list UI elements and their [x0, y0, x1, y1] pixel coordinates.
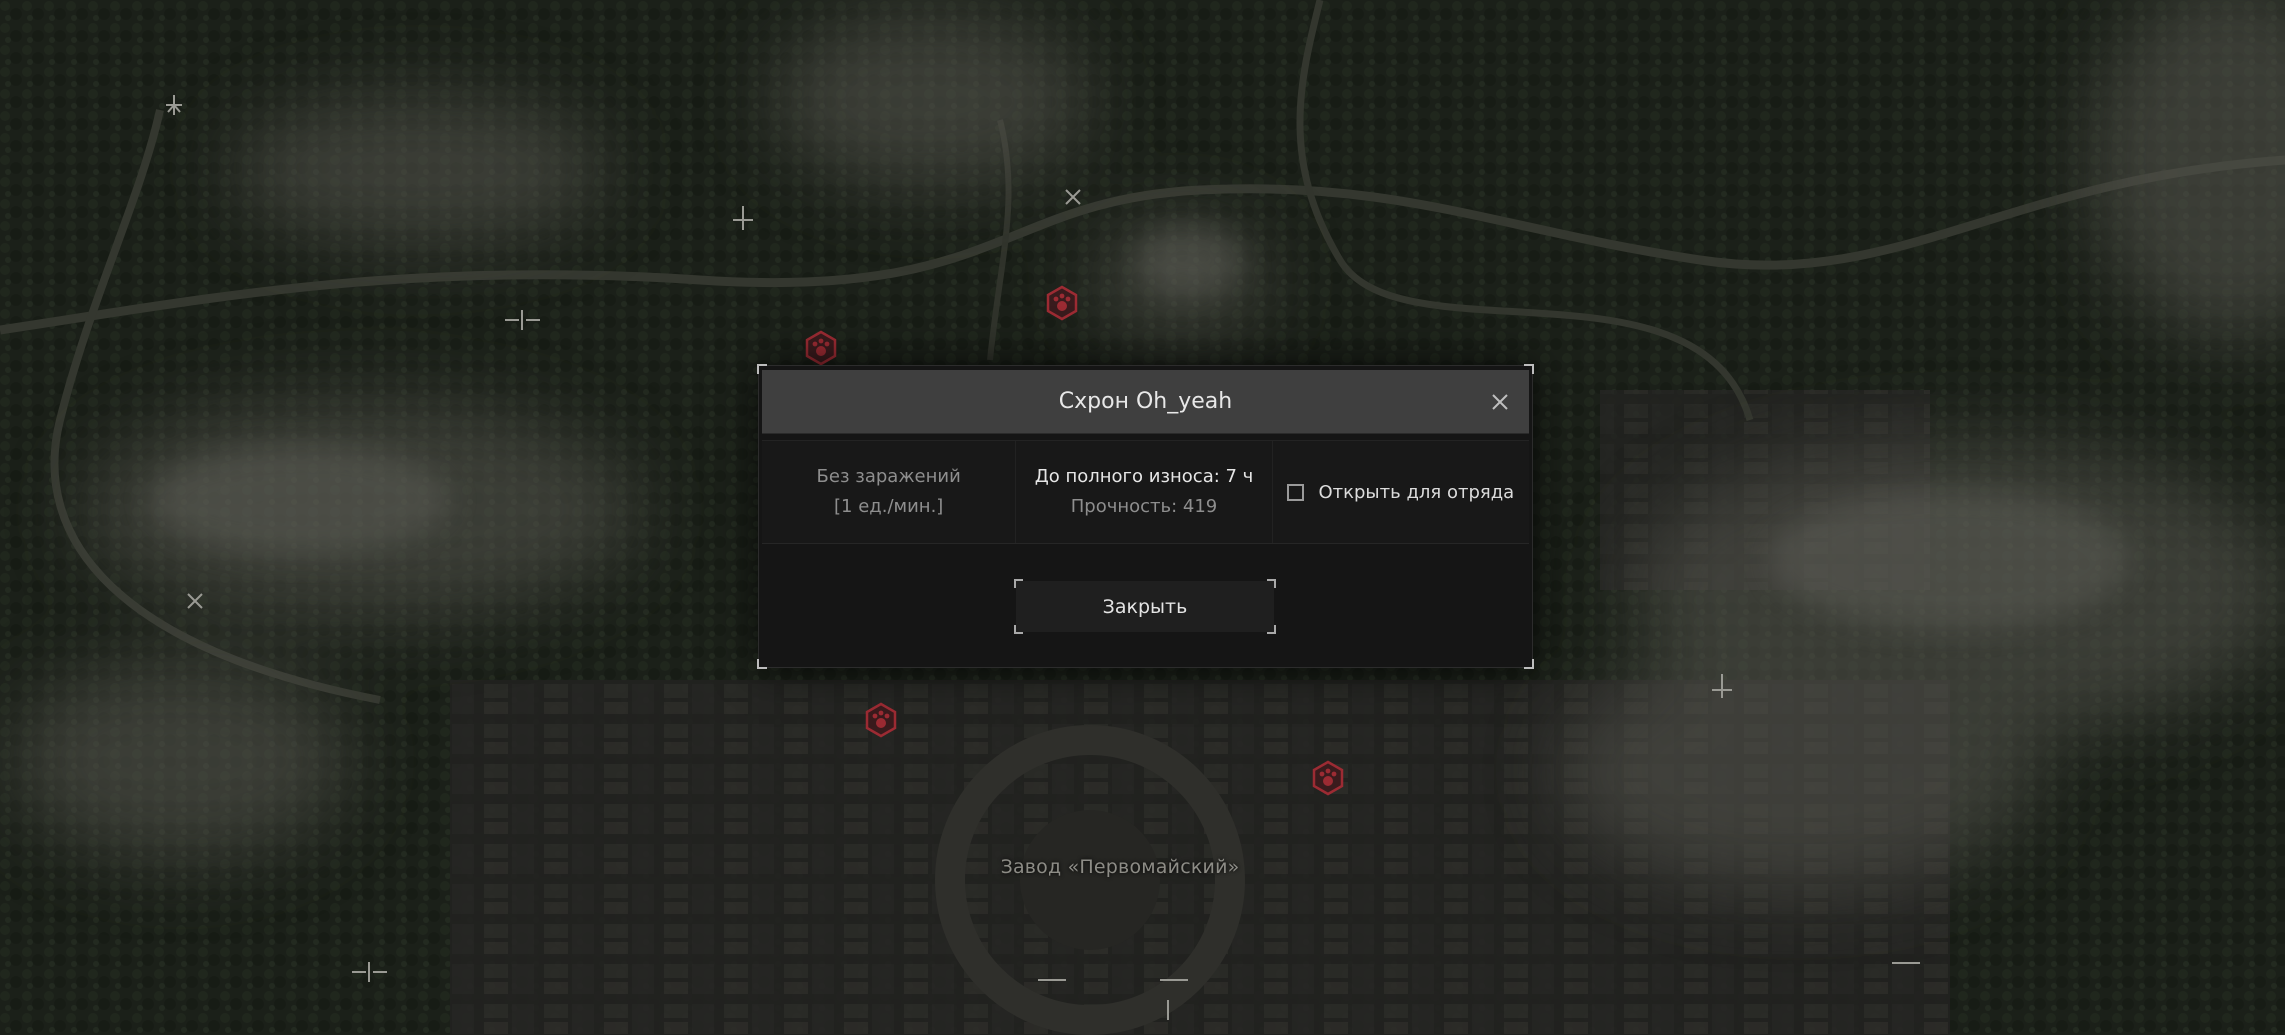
close-button-label: Закрыть: [1102, 595, 1188, 618]
dialog-header: Схрон Oh_yeah: [762, 370, 1529, 434]
paw-icon: [865, 702, 897, 738]
location-label: Завод «Первомайский»: [1000, 856, 1240, 878]
frame-corner: [1524, 659, 1534, 669]
button-corner: [1267, 579, 1276, 588]
close-button[interactable]: Закрыть: [1014, 579, 1276, 634]
stash-dialog: Схрон Oh_yeah Без заражений [1 ед./мин.]…: [757, 364, 1534, 669]
durability-label: Прочность: 419: [1070, 496, 1218, 517]
contamination-info: Без заражений [1 ед./мин.]: [762, 441, 1017, 543]
squad-option[interactable]: Открыть для отряда: [1273, 441, 1529, 543]
button-corner: [1267, 625, 1276, 634]
open-for-squad-checkbox[interactable]: [1287, 483, 1305, 501]
button-corner: [1014, 625, 1023, 634]
paw-icon: [1046, 285, 1078, 321]
contamination-rate: [1 ед./мин.]: [834, 496, 944, 517]
mutant-lair-marker[interactable]: [1044, 285, 1080, 321]
open-for-squad-label[interactable]: Открыть для отряда: [1318, 482, 1514, 503]
mutant-lair-marker[interactable]: [803, 330, 839, 366]
mutant-lair-marker[interactable]: [863, 702, 899, 738]
paw-icon: [805, 330, 837, 366]
dialog-title: Схрон Oh_yeah: [1058, 389, 1233, 414]
mutant-lair-marker[interactable]: [1310, 760, 1346, 796]
paw-icon: [1312, 760, 1344, 796]
contamination-label: Без заражений: [816, 466, 961, 487]
wear-time-label: До полного износа: 7 ч: [1034, 466, 1254, 487]
stash-info-row: Без заражений [1 ед./мин.] До полного из…: [762, 440, 1529, 544]
close-icon[interactable]: [1485, 387, 1515, 417]
wear-info: До полного износа: 7 ч Прочность: 419: [1016, 441, 1273, 543]
button-corner: [1014, 579, 1023, 588]
frame-corner: [757, 659, 767, 669]
